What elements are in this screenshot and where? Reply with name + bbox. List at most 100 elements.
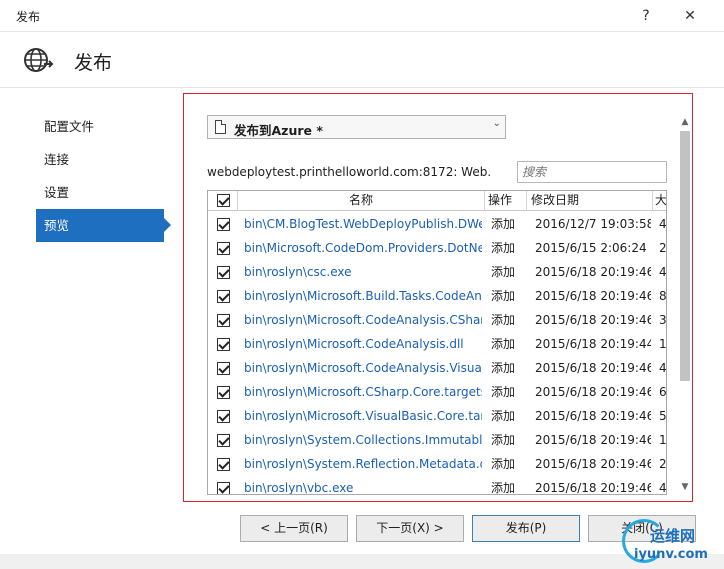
grid-header: 名称 操作 修改日期 大	[208, 191, 666, 211]
prev-button[interactable]: < 上一页(R)	[240, 515, 348, 542]
file-modified-date: 2015/6/18 20:19:46	[535, 385, 651, 399]
file-size: 6	[659, 385, 667, 399]
file-modified-date: 2015/6/18 20:19:46	[535, 265, 651, 279]
row-checkbox[interactable]	[217, 242, 230, 255]
file-action: 添加	[491, 385, 516, 399]
row-checkbox[interactable]	[217, 218, 230, 231]
dialog-header: 发布	[0, 32, 724, 88]
next-button[interactable]: 下一页(X) >	[356, 515, 464, 542]
file-modified-date: 2015/6/15 2:06:24	[535, 241, 647, 255]
table-row[interactable]: bin\roslyn\vbc.exe 添加 2015/6/18 20:19:46 4	[208, 476, 667, 495]
scroll-up-arrow-icon[interactable]: ▲	[678, 115, 692, 129]
file-action: 添加	[491, 265, 516, 279]
file-size: 8	[659, 289, 667, 303]
file-name[interactable]: bin\roslyn\Microsoft.VisualBasic.Core.ta…	[244, 404, 482, 428]
table-row[interactable]: bin\roslyn\Microsoft.CodeAnalysis.CShar 添…	[208, 308, 667, 332]
file-action: 添加	[491, 289, 516, 303]
file-size: 3	[659, 313, 667, 327]
column-action[interactable]: 操作	[485, 191, 527, 211]
file-modified-date: 2015/6/18 20:19:46	[535, 433, 651, 447]
row-checkbox[interactable]	[217, 458, 230, 471]
file-action: 添加	[491, 313, 516, 327]
nav-item-connection[interactable]: 连接	[36, 143, 164, 176]
publish-button[interactable]: 发布(P)	[472, 515, 580, 542]
file-action: 添加	[491, 481, 516, 495]
file-action: 添加	[491, 361, 516, 375]
file-size: 4	[659, 481, 667, 495]
table-row[interactable]: bin\roslyn\csc.exe 添加 2015/6/18 20:19:46 4	[208, 260, 666, 284]
nav-item-preview[interactable]: 预览	[36, 209, 171, 242]
table-row[interactable]: bin\roslyn\Microsoft.CSharp.Core.targets…	[208, 380, 667, 404]
file-name[interactable]: bin\Microsoft.CodeDom.Providers.DotNet	[244, 236, 482, 260]
vertical-scrollbar[interactable]: ▲ ▼	[678, 115, 692, 495]
select-all-checkbox[interactable]	[217, 194, 230, 207]
file-name[interactable]: bin\CM.BlogTest.WebDeployPublish.DWeb	[244, 212, 482, 236]
table-row[interactable]: bin\roslyn\System.Reflection.Metadata.d 添…	[208, 452, 667, 476]
file-modified-date: 2015/6/18 20:19:46	[535, 481, 651, 495]
file-size: 2	[659, 457, 667, 471]
row-checkbox[interactable]	[217, 338, 230, 351]
file-name[interactable]: bin\roslyn\Microsoft.CodeAnalysis.Visual	[244, 356, 482, 380]
file-name[interactable]: bin\roslyn\vbc.exe	[244, 476, 482, 494]
help-button[interactable]: ?	[626, 2, 666, 30]
row-checkbox[interactable]	[217, 266, 230, 279]
table-row[interactable]: bin\roslyn\Microsoft.CodeAnalysis.Visual…	[208, 356, 666, 380]
column-modified-date[interactable]: 修改日期	[527, 191, 653, 211]
file-modified-date: 2015/6/18 20:19:46	[535, 361, 651, 375]
header-select-all[interactable]	[208, 191, 238, 211]
search-input[interactable]	[517, 161, 667, 183]
file-action: 添加	[491, 217, 516, 231]
file-action: 添加	[491, 337, 516, 351]
file-name[interactable]: bin\roslyn\Microsoft.CSharp.Core.targets	[244, 380, 482, 404]
file-modified-date: 2015/6/18 20:19:46	[535, 409, 651, 423]
file-size: 2	[659, 241, 667, 255]
chevron-down-icon: ⌄	[492, 118, 501, 129]
table-row[interactable]: bin\roslyn\Microsoft.VisualBasic.Core.ta…	[208, 404, 666, 428]
column-size[interactable]: 大	[653, 191, 666, 211]
watermark-logo: 运维网 iyunv.com	[612, 515, 724, 569]
file-name[interactable]: bin\roslyn\System.Reflection.Metadata.d	[244, 452, 482, 476]
watermark-domain: iyunv.com	[634, 547, 708, 562]
file-name[interactable]: bin\roslyn\System.Collections.Immutable	[244, 428, 482, 452]
nav-item-profile[interactable]: 配置文件	[36, 110, 164, 143]
table-row[interactable]: bin\roslyn\Microsoft.CodeAnalysis.dll 添加 2…	[208, 332, 667, 356]
file-name[interactable]: bin\roslyn\Microsoft.CodeAnalysis.dll	[244, 332, 482, 356]
window-title: 发布	[16, 10, 41, 24]
nav-item-settings[interactable]: 设置	[36, 176, 164, 209]
row-checkbox[interactable]	[217, 482, 230, 494]
scroll-thumb[interactable]	[680, 131, 690, 381]
file-action: 添加	[491, 409, 516, 423]
file-size: 4	[659, 217, 667, 231]
file-name[interactable]: bin\roslyn\csc.exe	[244, 260, 482, 284]
watermark-text: 运维网	[650, 527, 696, 545]
file-size: 1	[659, 337, 667, 351]
row-checkbox[interactable]	[217, 386, 230, 399]
table-row[interactable]: bin\Microsoft.CodeDom.Providers.DotNet 添加…	[208, 236, 667, 260]
file-size: 1	[659, 433, 667, 447]
file-name[interactable]: bin\roslyn\Microsoft.Build.Tasks.CodeAn	[244, 284, 482, 308]
table-row[interactable]: bin\CM.BlogTest.WebDeployPublish.DWeb 添加 2…	[208, 212, 667, 236]
file-modified-date: 2015/6/18 20:19:46	[535, 313, 651, 327]
row-checkbox[interactable]	[217, 434, 230, 447]
file-name[interactable]: bin\roslyn\Microsoft.CodeAnalysis.CShar	[244, 308, 482, 332]
profile-dropdown-label: 发布到Azure *	[234, 123, 323, 138]
wizard-nav: 配置文件 连接 设置 预览	[36, 110, 176, 242]
row-checkbox[interactable]	[217, 314, 230, 327]
file-modified-date: 2016/12/7 19:03:58	[535, 217, 651, 231]
page-title: 发布	[74, 52, 113, 74]
row-checkbox[interactable]	[217, 362, 230, 375]
row-checkbox[interactable]	[217, 290, 230, 303]
table-row[interactable]: bin\roslyn\System.Collections.Immutable 添…	[208, 428, 667, 452]
file-modified-date: 2015/6/18 20:19:44	[535, 337, 651, 351]
title-bar: 发布 ? ✕	[0, 0, 724, 32]
column-name[interactable]: 名称	[238, 191, 485, 211]
profile-dropdown[interactable]: 发布到Azure * ⌄	[207, 115, 506, 139]
scroll-down-arrow-icon[interactable]: ▼	[678, 480, 692, 494]
close-window-button[interactable]: ✕	[670, 2, 710, 30]
preview-grid: 名称 操作 修改日期 大 bin\CM.BlogTest.WebDeployPu…	[207, 190, 667, 495]
table-row[interactable]: bin\roslyn\Microsoft.Build.Tasks.CodeAn 添…	[208, 284, 667, 308]
row-checkbox[interactable]	[217, 410, 230, 423]
document-icon	[215, 120, 226, 134]
file-action: 添加	[491, 433, 516, 447]
file-action: 添加	[491, 457, 516, 471]
